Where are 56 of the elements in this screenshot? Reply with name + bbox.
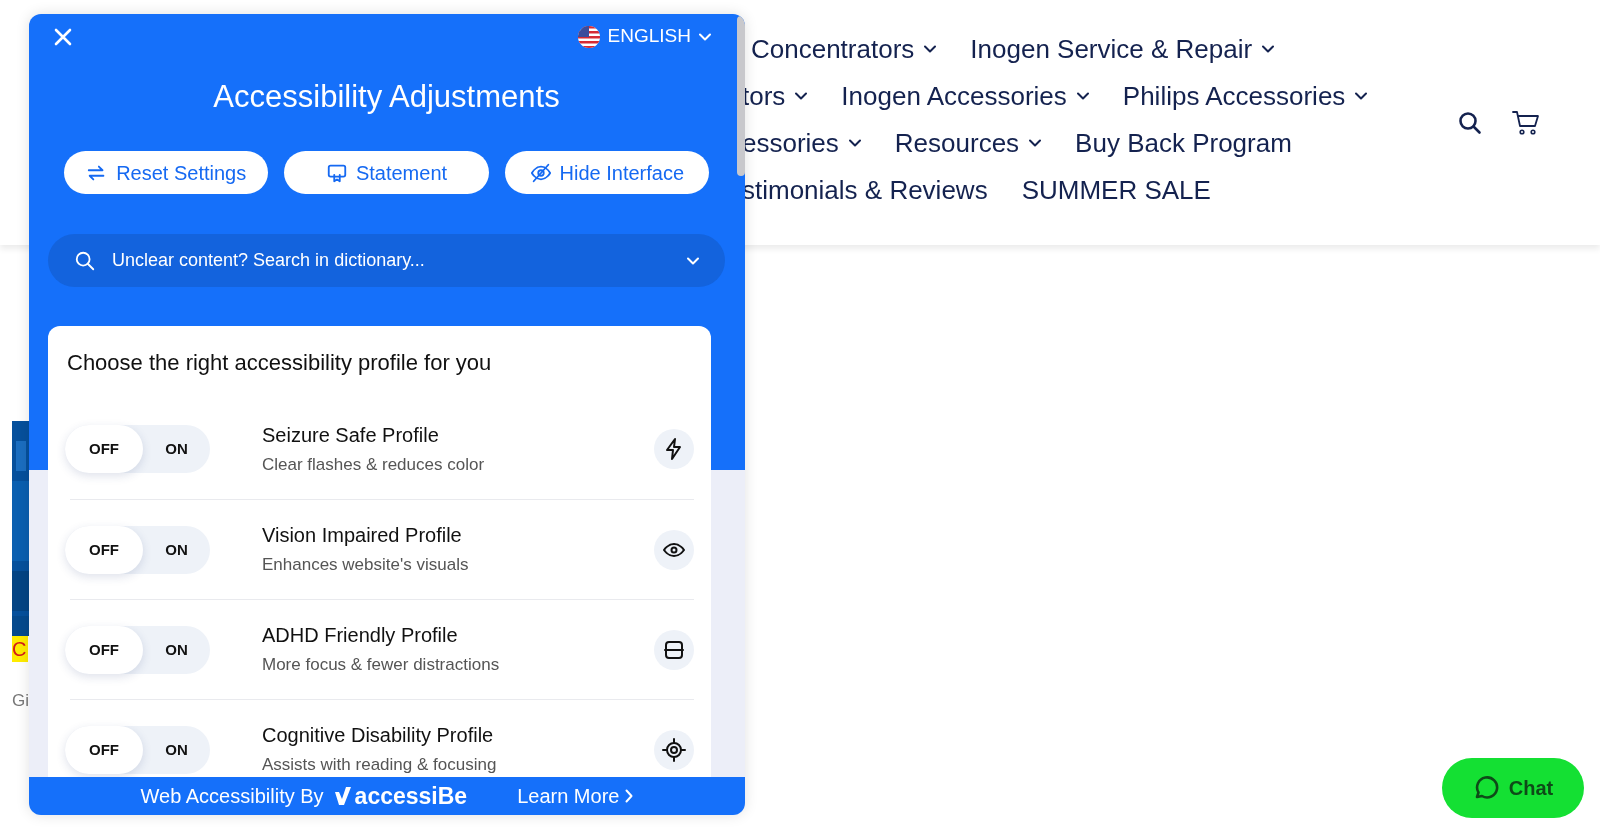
nav-link[interactable]: SUMMER SALE [1021,175,1211,205]
profile-title: Seizure Safe Profile [262,422,440,448]
chevron-down-icon [848,139,861,147]
learn-more-link[interactable]: Learn More [517,781,634,811]
toggle-switch[interactable]: OFF ON [65,725,210,774]
nav-link[interactable]: Philips Accessories [1122,81,1368,111]
section-heading: Choose the right accessibility profile for you [67,349,493,377]
chevron-down-icon [687,256,699,265]
chevron-down-icon [1262,45,1275,53]
close-icon [54,28,72,47]
profile-description: Enhances website's visuals [262,554,470,576]
flag-icon [577,25,600,48]
nav-link[interactable]: Inogen Accessories [841,81,1089,111]
dictionary-search-field[interactable]: Unclear content? Search in dictionary... [110,246,673,275]
cart-icon[interactable] [1512,109,1540,136]
chevron-down-icon [1355,92,1368,100]
profile-title: ADHD Friendly Profile [262,623,459,648]
nav-link[interactable]: stimonials & Reviews [742,175,988,205]
target-icon [654,729,694,770]
nav-link[interactable]: Buy Back Program [1075,128,1292,158]
chevron-down-icon [924,45,937,53]
scrollbar[interactable] [737,16,745,176]
frame-icon [654,629,694,670]
eye-slash-icon [529,161,552,184]
profile-title: Cognitive Disability Profile [262,723,495,748]
profile-description: Assists with reading & focusing [262,754,498,776]
chevron-right-icon [625,789,634,803]
chevron-down-icon [795,92,808,100]
profile-description: Clear flashes & reduces color [262,453,486,476]
chevron-down-icon [1076,92,1089,100]
product-label: C [12,636,28,662]
toggle-switch[interactable]: OFF ON [65,425,210,473]
brand-logo: accessiBe [333,778,468,814]
profile-title: Vision Impaired Profile [262,523,463,548]
panel-button[interactable]: Reset Settings [64,151,269,194]
bolt-icon [654,429,694,469]
profile-description: More focus & fewer distractions [262,654,501,676]
nav-link[interactable]: Concentrators [751,34,937,64]
chevron-down-icon [1029,139,1042,147]
product-title: Gi [12,690,30,712]
chat-button[interactable]: Chat [1442,758,1584,818]
eye-icon [654,529,694,570]
language-selector[interactable]: ENGLISH [577,22,711,51]
nav-link[interactable]: Inogen Service & Repair [970,34,1275,64]
chevron-down-icon [699,32,711,41]
search-icon[interactable] [1458,110,1482,135]
panel-button[interactable]: Hide Interface [504,151,709,194]
credit-text: Web Accessibility By [140,784,324,809]
toggle-switch[interactable]: OFF ON [65,625,210,674]
search-icon [74,249,96,272]
panel-title: Accessibility Adjustments [212,79,561,115]
dictionary-search-bar[interactable]: Unclear content? Search in dictionary... [48,234,725,287]
nav-link[interactable]: essories [742,128,861,158]
nav-link[interactable]: Resources [894,128,1042,158]
toggle-switch[interactable]: OFF ON [65,525,210,574]
panel-button[interactable]: Statement [284,151,489,194]
